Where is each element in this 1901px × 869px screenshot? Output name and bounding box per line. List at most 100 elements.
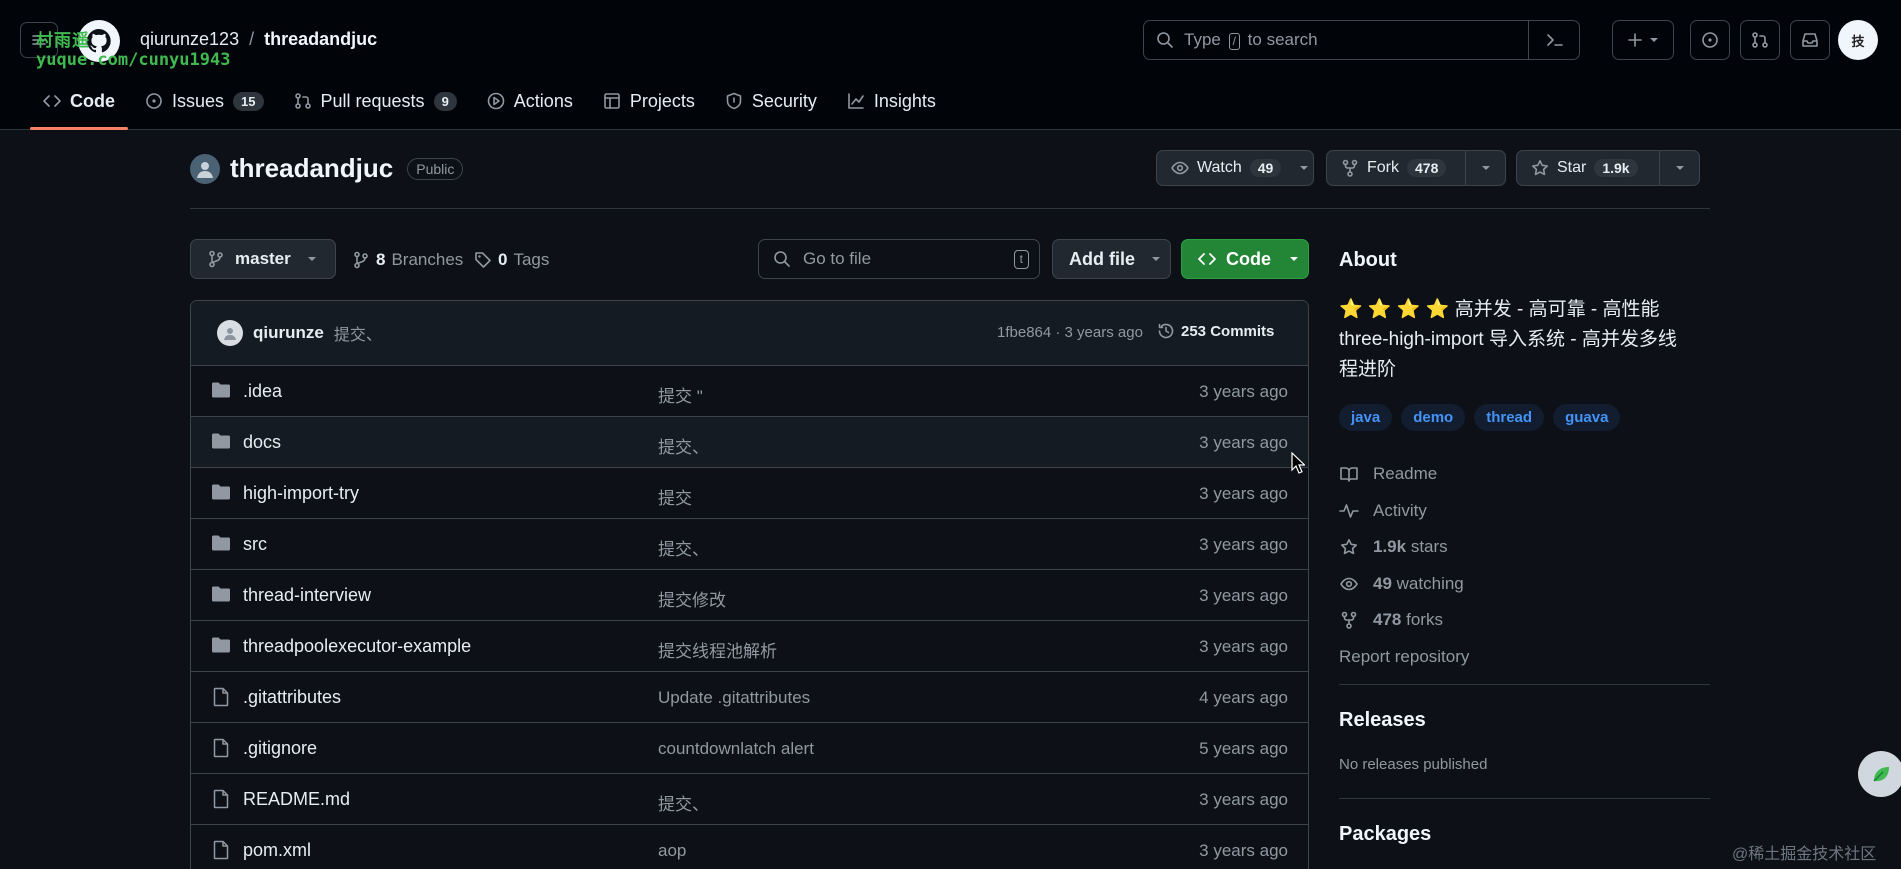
file-commit-message[interactable]: 提交、 xyxy=(658,433,709,458)
commits-link[interactable]: 253 Commits xyxy=(1157,322,1274,340)
file-name[interactable]: .gitignore xyxy=(243,738,317,759)
topic-list: java demo thread guava xyxy=(1339,404,1621,431)
pull-requests-button[interactable] xyxy=(1740,20,1780,60)
file-row[interactable]: .gitattributes Update .gitattributes 4 yea… xyxy=(191,672,1308,723)
issue-opened-icon xyxy=(1702,32,1718,48)
watch-button[interactable]: Watch 49 xyxy=(1157,151,1295,185)
command-palette-button[interactable] xyxy=(1528,20,1580,60)
commit-author[interactable]: qiurunze xyxy=(253,323,324,343)
git-branch-icon xyxy=(209,250,223,268)
star-dropdown[interactable] xyxy=(1659,151,1699,185)
branches-link[interactable]: 8 Branches xyxy=(352,250,463,270)
file-row[interactable]: thread-interview 提交修改 3 years ago xyxy=(191,570,1308,621)
tab-code[interactable]: Code xyxy=(28,84,130,130)
commit-author-avatar[interactable] xyxy=(217,320,243,346)
file-row[interactable]: src 提交、 3 years ago xyxy=(191,519,1308,570)
history-icon xyxy=(1158,323,1174,339)
file-commit-message[interactable]: 提交 xyxy=(658,484,692,509)
commit-message[interactable]: 提交、 xyxy=(334,321,382,345)
topic-tag[interactable]: demo xyxy=(1401,404,1466,431)
activity-link[interactable]: Activity xyxy=(1339,493,1469,530)
file-row[interactable]: .idea 提交 " 3 years ago xyxy=(191,366,1308,417)
code-clone-button[interactable]: Code xyxy=(1181,239,1309,279)
tab-insights[interactable]: Insights xyxy=(832,84,951,118)
tags-link[interactable]: 0 Tags xyxy=(474,250,549,270)
file-commit-message[interactable]: 提交、 xyxy=(658,790,709,815)
no-releases-text: No releases published xyxy=(1339,756,1488,773)
readme-link[interactable]: Readme xyxy=(1339,456,1469,493)
breadcrumb-owner[interactable]: qiurunze123 xyxy=(140,29,239,50)
watch-dropdown[interactable] xyxy=(1295,151,1313,185)
tab-issues[interactable]: Issues 15 xyxy=(130,84,279,118)
git-pull-request-icon xyxy=(294,93,311,109)
go-to-file-input[interactable]: Go to file t xyxy=(758,239,1040,279)
commit-hash-date[interactable]: 1fbe864 · 3 years ago xyxy=(997,324,1143,341)
repo-description: ⭐ ⭐ ⭐ ⭐ 高并发 - 高可靠 - 高性能 three-high-impor… xyxy=(1339,299,1677,380)
create-new-button[interactable] xyxy=(1612,20,1674,60)
topic-tag[interactable]: guava xyxy=(1553,404,1621,431)
inbox-button[interactable] xyxy=(1790,20,1830,60)
file-name[interactable]: .gitattributes xyxy=(243,687,341,708)
file-commit-message[interactable]: Update .gitattributes xyxy=(658,688,810,708)
file-commit-message[interactable]: aop xyxy=(658,841,686,861)
source-credit: @稀土掘金技术社区 xyxy=(1732,846,1877,863)
user-avatar[interactable]: 技 xyxy=(1838,20,1878,60)
topic-tag[interactable]: thread xyxy=(1474,404,1545,431)
tab-pull-requests[interactable]: Pull requests 9 xyxy=(279,84,472,118)
tab-actions[interactable]: Actions xyxy=(472,84,588,118)
search-icon xyxy=(1157,32,1173,48)
file-name[interactable]: thread-interview xyxy=(243,585,371,606)
file-name[interactable]: threadpoolexecutor-example xyxy=(243,636,471,657)
file-name[interactable]: docs xyxy=(243,432,281,453)
file-row[interactable]: .gitignore countdownlatch alert 5 years ag… xyxy=(191,723,1308,774)
fork-dropdown[interactable] xyxy=(1465,151,1505,185)
file-commit-message[interactable]: 提交线程池解析 xyxy=(658,637,777,662)
folder-icon-wrap xyxy=(211,636,231,654)
star-icon xyxy=(1532,160,1548,176)
code-icon xyxy=(1198,253,1216,265)
file-name[interactable]: src xyxy=(243,534,267,555)
file-row[interactable]: high-import-try 提交 3 years ago xyxy=(191,468,1308,519)
file-row[interactable]: docs 提交、 3 years ago xyxy=(191,417,1308,468)
file-name[interactable]: high-import-try xyxy=(243,483,359,504)
file-name[interactable]: .idea xyxy=(243,381,282,402)
file-row[interactable]: pom.xml aop 3 years ago xyxy=(191,825,1308,869)
git-branch-icon xyxy=(354,251,368,269)
floating-assistant-button[interactable] xyxy=(1858,751,1901,797)
issues-button[interactable] xyxy=(1690,20,1730,60)
fork-button[interactable]: Fork 478 xyxy=(1327,151,1465,185)
tab-projects[interactable]: Projects xyxy=(588,84,710,118)
file-commit-message[interactable]: 提交、 xyxy=(658,535,709,560)
mouse-cursor-icon xyxy=(1291,452,1305,474)
tab-security[interactable]: Security xyxy=(710,84,832,118)
file-icon xyxy=(213,840,229,860)
repo-name[interactable]: threadandjuc xyxy=(230,153,393,184)
add-file-button[interactable]: Add file xyxy=(1052,239,1171,279)
file-browser: qiurunze 提交、 1fbe864 · 3 years ago 253 C… xyxy=(190,300,1309,869)
pulls-count: 9 xyxy=(433,91,457,111)
stars-link[interactable]: 1.9k stars xyxy=(1339,529,1469,566)
branch-selector[interactable]: master xyxy=(190,239,336,279)
search-input[interactable]: Type / to search xyxy=(1143,20,1580,60)
file-name[interactable]: README.md xyxy=(243,789,350,810)
packages-heading[interactable]: Packages xyxy=(1339,823,1431,846)
file-commit-message[interactable]: 提交修改 xyxy=(658,586,726,611)
file-commit-message[interactable]: countdownlatch alert xyxy=(658,739,814,759)
watching-link[interactable]: 49 watching xyxy=(1339,566,1469,603)
go-to-file-placeholder: Go to file xyxy=(803,249,872,268)
caret-down-icon xyxy=(1152,257,1160,261)
file-name[interactable]: pom.xml xyxy=(243,840,311,861)
file-commit-message[interactable]: 提交 " xyxy=(658,382,703,407)
releases-heading[interactable]: Releases xyxy=(1339,709,1426,732)
repo-owner-avatar[interactable] xyxy=(190,153,220,184)
report-repository-link[interactable]: Report repository xyxy=(1339,639,1469,676)
file-row[interactable]: threadpoolexecutor-example 提交线程池解析 3 years… xyxy=(191,621,1308,672)
breadcrumb-repo[interactable]: threadandjuc xyxy=(264,29,377,50)
search-icon xyxy=(774,251,790,267)
forks-link[interactable]: 478 forks xyxy=(1339,602,1469,639)
folder-icon xyxy=(212,382,230,398)
file-row[interactable]: README.md 提交、 3 years ago xyxy=(191,774,1308,825)
star-button[interactable]: Star 1.9k xyxy=(1517,151,1659,185)
folder-icon xyxy=(212,586,230,602)
topic-tag[interactable]: java xyxy=(1339,404,1393,431)
